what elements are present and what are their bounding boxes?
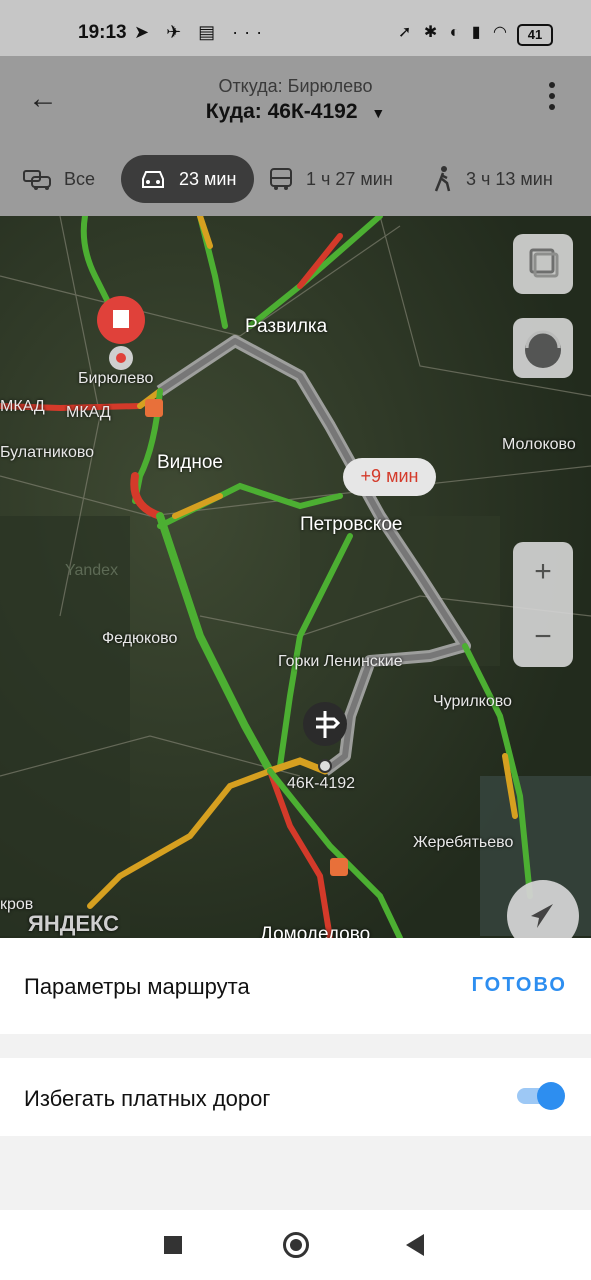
map-label-gorki: Горки Ленинские (278, 653, 403, 670)
alt-route-time-badge[interactable]: +9 мин (343, 466, 436, 487)
recents-icon[interactable] (164, 1236, 182, 1254)
map-label-bulatnikovo: Булатниково (0, 444, 95, 461)
map-label-destination: 46К-4192 (287, 775, 356, 792)
notification-icons: ➤ ✈ ▤ ··· (134, 22, 269, 42)
navigation-arrow-icon (531, 904, 553, 928)
map-label-domodedovo: Домодедово (260, 924, 371, 938)
tab-transit[interactable]: 1 ч 27 мин (268, 155, 393, 203)
traffic-icon (525, 330, 561, 368)
map-label-vidnoe: Видное (157, 452, 223, 473)
my-location-button[interactable] (507, 880, 579, 938)
dropdown-triangle-icon: ▼ (371, 105, 386, 121)
clock: 19:13 (78, 22, 127, 43)
map-label-zherebyatevo: Жеребятьево (413, 834, 514, 851)
map-label-petrovskoe: Петровское (300, 514, 403, 535)
map-label-mkad: МКАД (0, 398, 45, 415)
tab-car[interactable]: 23 мин (121, 155, 255, 203)
avoid-tolls-label: Избегать платных дорог (24, 1086, 271, 1111)
panel-header: Параметры маршрута ГОТОВО (0, 938, 591, 1034)
map-label-churilkovo: Чурилково (433, 693, 512, 710)
zoom-in-button[interactable]: + (513, 542, 573, 602)
transport-mode-tabs: Все 23 мин 1 ч 27 мин 3 ч 13 мин (0, 152, 591, 208)
layers-button[interactable] (513, 234, 573, 294)
bus-icon (270, 168, 292, 190)
map-view[interactable]: Развилка Бирюлево МКАД МКАД Булатниково … (0, 216, 591, 938)
route-to-label: Куда: 46К-4192 (205, 100, 358, 123)
zoom-control: + − (513, 542, 573, 667)
tab-all[interactable]: Все (22, 155, 95, 203)
system-icons: ➚ ✱ ◐ ▮ ◠ (397, 24, 511, 41)
route-to[interactable]: Куда: 46К-4192 ▼ (0, 100, 591, 124)
multimodal-icon (23, 170, 51, 190)
map-label-fedyukovo: Федюково (102, 630, 178, 647)
tab-car-label: 23 мин (179, 168, 237, 189)
map-label-biryulevo: Бирюлево (78, 370, 154, 387)
yandex-logo: ЯНДЕКС (28, 911, 120, 936)
toggle-knob (537, 1082, 565, 1110)
status-bar: 19:13 ➤ ✈ ▤ ··· ➚ ✱ ◐ ▮ ◠ 41 (0, 0, 591, 56)
car-icon (142, 171, 164, 188)
back-triangle-icon[interactable] (406, 1234, 424, 1256)
walk-icon (434, 166, 451, 192)
tab-all-label: Все (64, 168, 96, 189)
more-menu-icon[interactable] (549, 82, 557, 115)
map-label-molokovo: Молоково (502, 436, 576, 453)
avoid-tolls-toggle[interactable] (517, 1082, 565, 1110)
battery-icon: 41 (517, 24, 553, 46)
avoid-tolls-row[interactable]: Избегать платных дорог (0, 1058, 591, 1136)
route-from[interactable]: Откуда: Бирюлево (0, 76, 591, 97)
zoom-out-button[interactable]: − (513, 607, 573, 667)
tab-walk[interactable]: 3 ч 13 мин (432, 155, 553, 203)
map-label-mkad-2: МКАД (66, 404, 111, 421)
panel-title: Параметры маршрута (24, 974, 250, 999)
done-button[interactable]: ГОТОВО (472, 974, 567, 997)
layers-icon (529, 248, 559, 278)
yandex-watermark: Yandex (65, 562, 119, 579)
tab-transit-label: 1 ч 27 мин (306, 168, 393, 189)
tab-walk-label: 3 ч 13 мин (466, 168, 553, 189)
traffic-button[interactable] (513, 318, 573, 378)
home-button-icon[interactable] (283, 1232, 309, 1258)
map-label-razvilka: Развилка (245, 316, 328, 337)
system-nav-bar (0, 1210, 591, 1280)
